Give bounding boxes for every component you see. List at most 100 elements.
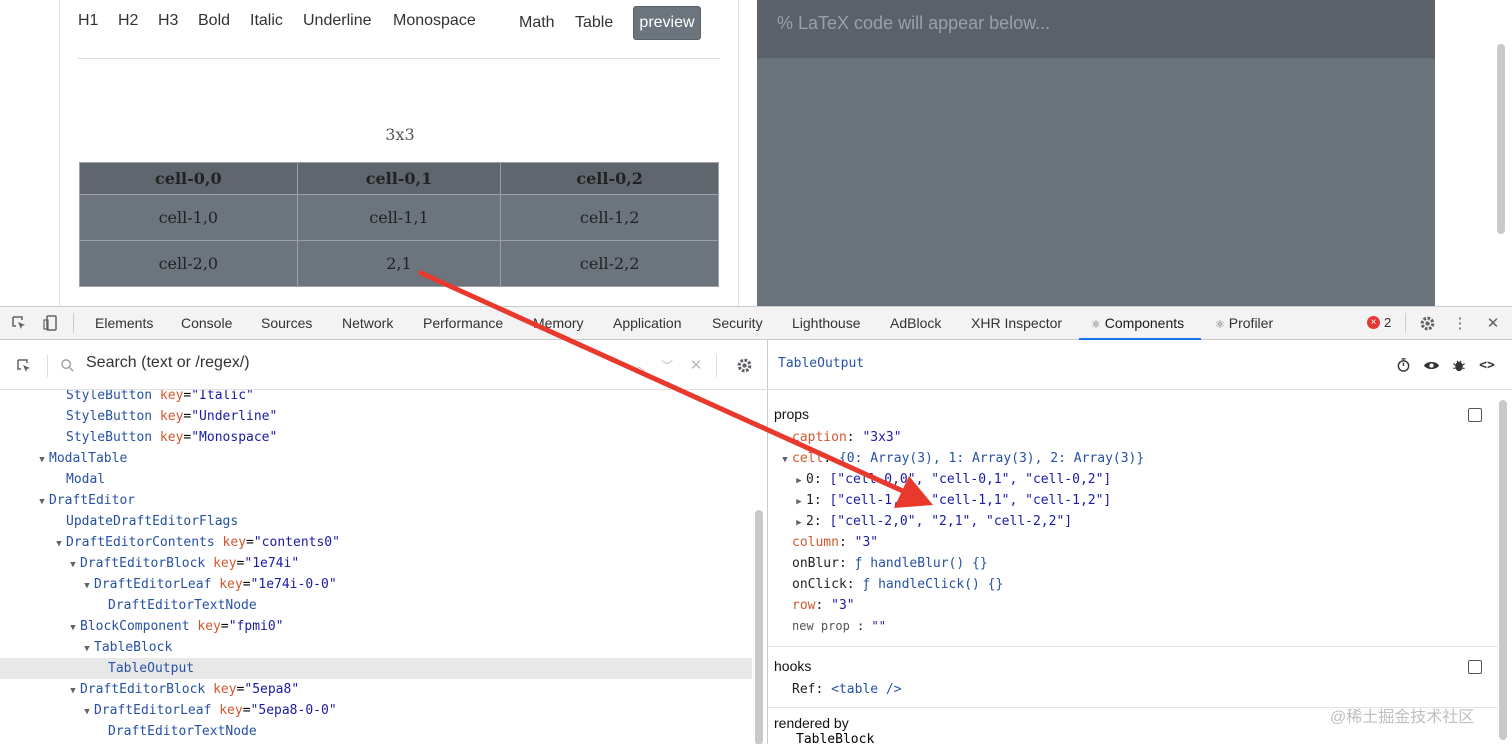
stopwatch-icon[interactable] [1394, 356, 1412, 374]
copy-hooks-icon[interactable] [1468, 660, 1482, 674]
prop-column[interactable]: column: "3" [792, 532, 878, 553]
table-cell[interactable]: 2,1 [296, 240, 502, 287]
tree-node[interactable]: StyleButton key="Italic" [0, 390, 752, 406]
rendered-by-title: rendered by [774, 715, 849, 731]
hook-ref[interactable]: Ref: <table /> [792, 679, 902, 700]
expand-caret-icon[interactable]: ▼ [35, 492, 49, 513]
tree-scrollbar[interactable] [755, 510, 763, 744]
props-scrollbar[interactable] [1499, 400, 1507, 740]
component-search-input[interactable] [86, 354, 606, 372]
tab-memory[interactable]: Memory [531, 307, 586, 340]
prop-row[interactable]: row: "3" [792, 595, 855, 616]
table-header-cell[interactable]: cell-0,1 [296, 162, 502, 195]
close-devtools-icon[interactable]: ✕ [1484, 314, 1502, 332]
table-cell[interactable]: cell-1,2 [500, 194, 719, 241]
expand-caret-icon[interactable]: ▼ [80, 576, 94, 597]
table-cell[interactable]: cell-1,1 [296, 194, 502, 241]
preview-button[interactable]: preview [633, 6, 701, 40]
prop-onclick[interactable]: onClick: ƒ handleClick() {} [792, 574, 1003, 595]
clear-search-icon[interactable]: ✕ [687, 356, 705, 374]
bold-button[interactable]: Bold [198, 12, 230, 30]
expand-caret-icon[interactable]: ▼ [66, 681, 80, 702]
inspect-element-icon[interactable] [10, 314, 28, 332]
tab-performance[interactable]: Performance [421, 307, 505, 340]
expand-caret-icon[interactable]: ▶ [792, 513, 806, 534]
bug-icon[interactable] [1450, 356, 1468, 374]
tree-node[interactable]: UpdateDraftEditorFlags [0, 511, 752, 532]
tree-node[interactable]: Modal [0, 469, 752, 490]
error-badge[interactable]: × 2 [1367, 315, 1391, 330]
table-output[interactable]: cell-0,0 cell-0,1 cell-0,2 cell-1,0 cell… [79, 162, 719, 287]
prop-cell-row[interactable]: ▶ 1: ["cell-1,0", "cell-1,1", "cell-1,2"] [792, 490, 1111, 511]
math-button[interactable]: Math [519, 14, 555, 32]
tree-node[interactable]: ▼ DraftEditor [0, 490, 752, 511]
table-cell[interactable]: cell-1,0 [79, 194, 298, 241]
latex-placeholder[interactable]: % LaTeX code will appear below... [757, 0, 1435, 58]
tab-lighthouse[interactable]: Lighthouse [790, 307, 863, 340]
expand-caret-icon[interactable]: ▼ [66, 555, 80, 576]
table-cell[interactable]: cell-2,2 [500, 240, 719, 287]
tree-node[interactable]: StyleButton key="Underline" [0, 406, 752, 427]
table-button[interactable]: Table [575, 14, 613, 32]
underline-button[interactable]: Underline [303, 12, 371, 30]
tab-profiler[interactable]: ⚛ Profiler [1213, 307, 1275, 340]
select-element-icon[interactable] [15, 357, 33, 375]
tab-sources[interactable]: Sources [259, 307, 314, 340]
h2-button[interactable]: H2 [118, 12, 138, 30]
tab-elements[interactable]: Elements [93, 307, 155, 340]
tree-node[interactable]: ▼ ModalTable [0, 448, 752, 469]
expand-caret-icon[interactable]: ▼ [778, 450, 792, 471]
tree-node[interactable]: ▼ TableBlock [0, 637, 752, 658]
tree-node[interactable]: ▼ DraftEditorBlock key="5epa8" [0, 679, 752, 700]
expand-caret-icon[interactable]: ▼ [52, 534, 66, 555]
settings-gear-icon[interactable] [1418, 314, 1436, 332]
table-cell[interactable]: cell-2,0 [79, 240, 298, 287]
tree-node[interactable]: DraftEditorTextNode [0, 595, 752, 616]
tree-node[interactable]: StyleButton key="Monospace" [0, 427, 752, 448]
search-next-icon[interactable]: ﹀ [658, 356, 676, 374]
table-row: cell-1,0 cell-1,1 cell-1,2 [79, 194, 719, 241]
tab-components[interactable]: ⚛ Components [1079, 307, 1201, 340]
expand-caret-icon[interactable]: ▼ [80, 702, 94, 723]
tab-xhr-inspector[interactable]: XHR Inspector [969, 307, 1064, 340]
eye-icon[interactable] [1422, 356, 1440, 374]
expand-caret-icon[interactable]: ▼ [80, 639, 94, 660]
tree-node[interactable]: ▼ BlockComponent key="fpmi0" [0, 616, 752, 637]
props-header: TableOutput <> [768, 340, 1512, 390]
tree-node[interactable]: DraftEditorTextNode [0, 721, 752, 742]
prop-cell-row[interactable]: ▶ 0: ["cell-0,0", "cell-0,1", "cell-0,2"] [792, 469, 1111, 490]
prop-cell-row[interactable]: ▶ 2: ["cell-2,0", "2,1", "cell-2,2"] [792, 511, 1072, 532]
expand-caret-icon[interactable]: ▶ [792, 471, 806, 492]
h3-button[interactable]: H3 [158, 12, 178, 30]
h1-button[interactable]: H1 [78, 12, 98, 30]
tree-settings-gear-icon[interactable] [735, 356, 753, 374]
expand-caret-icon[interactable]: ▶ [792, 492, 806, 513]
tab-network[interactable]: Network [340, 307, 395, 340]
tree-node[interactable]: ▼ DraftEditorBlock key="1e74i" [0, 553, 752, 574]
search-prev-icon[interactable]: ︿ [630, 356, 648, 374]
view-source-icon[interactable]: <> [1478, 356, 1496, 374]
tree-node[interactable]: ▼ DraftEditorContents key="contents0" [0, 532, 752, 553]
tab-console[interactable]: Console [179, 307, 234, 340]
tab-security[interactable]: Security [710, 307, 765, 340]
table-header-cell[interactable]: cell-0,0 [79, 162, 298, 195]
table-header-cell[interactable]: cell-0,2 [500, 162, 719, 195]
more-options-icon[interactable]: ⋮ [1451, 314, 1469, 332]
copy-props-icon[interactable] [1468, 408, 1482, 422]
expand-caret-icon[interactable]: ▼ [66, 618, 80, 639]
italic-button[interactable]: Italic [250, 12, 283, 30]
page-scrollbar[interactable] [1497, 44, 1505, 234]
tree-node-selected[interactable]: TableOutput [0, 658, 752, 679]
tree-node[interactable]: ▼ DraftEditorLeaf key="5epa8-0-0" [0, 700, 752, 721]
expand-caret-icon[interactable]: ▼ [35, 450, 49, 471]
tab-adblock[interactable]: AdBlock [888, 307, 943, 340]
monospace-button[interactable]: Monospace [393, 12, 476, 30]
tab-application[interactable]: Application [611, 307, 684, 340]
prop-onblur[interactable]: onBlur: ƒ handleBlur() {} [792, 553, 988, 574]
tree-node[interactable]: ▼ DraftEditorLeaf key="1e74i-0-0" [0, 574, 752, 595]
prop-cell[interactable]: ▼ cell: {0: Array(3), 1: Array(3), 2: Arr… [778, 448, 1144, 469]
prop-caption[interactable]: caption: "3x3" [792, 427, 902, 448]
new-prop-input[interactable]: new prop : "" [792, 616, 886, 637]
rendered-by-component[interactable]: TableBlock [796, 733, 874, 744]
device-toolbar-icon[interactable] [42, 314, 60, 332]
